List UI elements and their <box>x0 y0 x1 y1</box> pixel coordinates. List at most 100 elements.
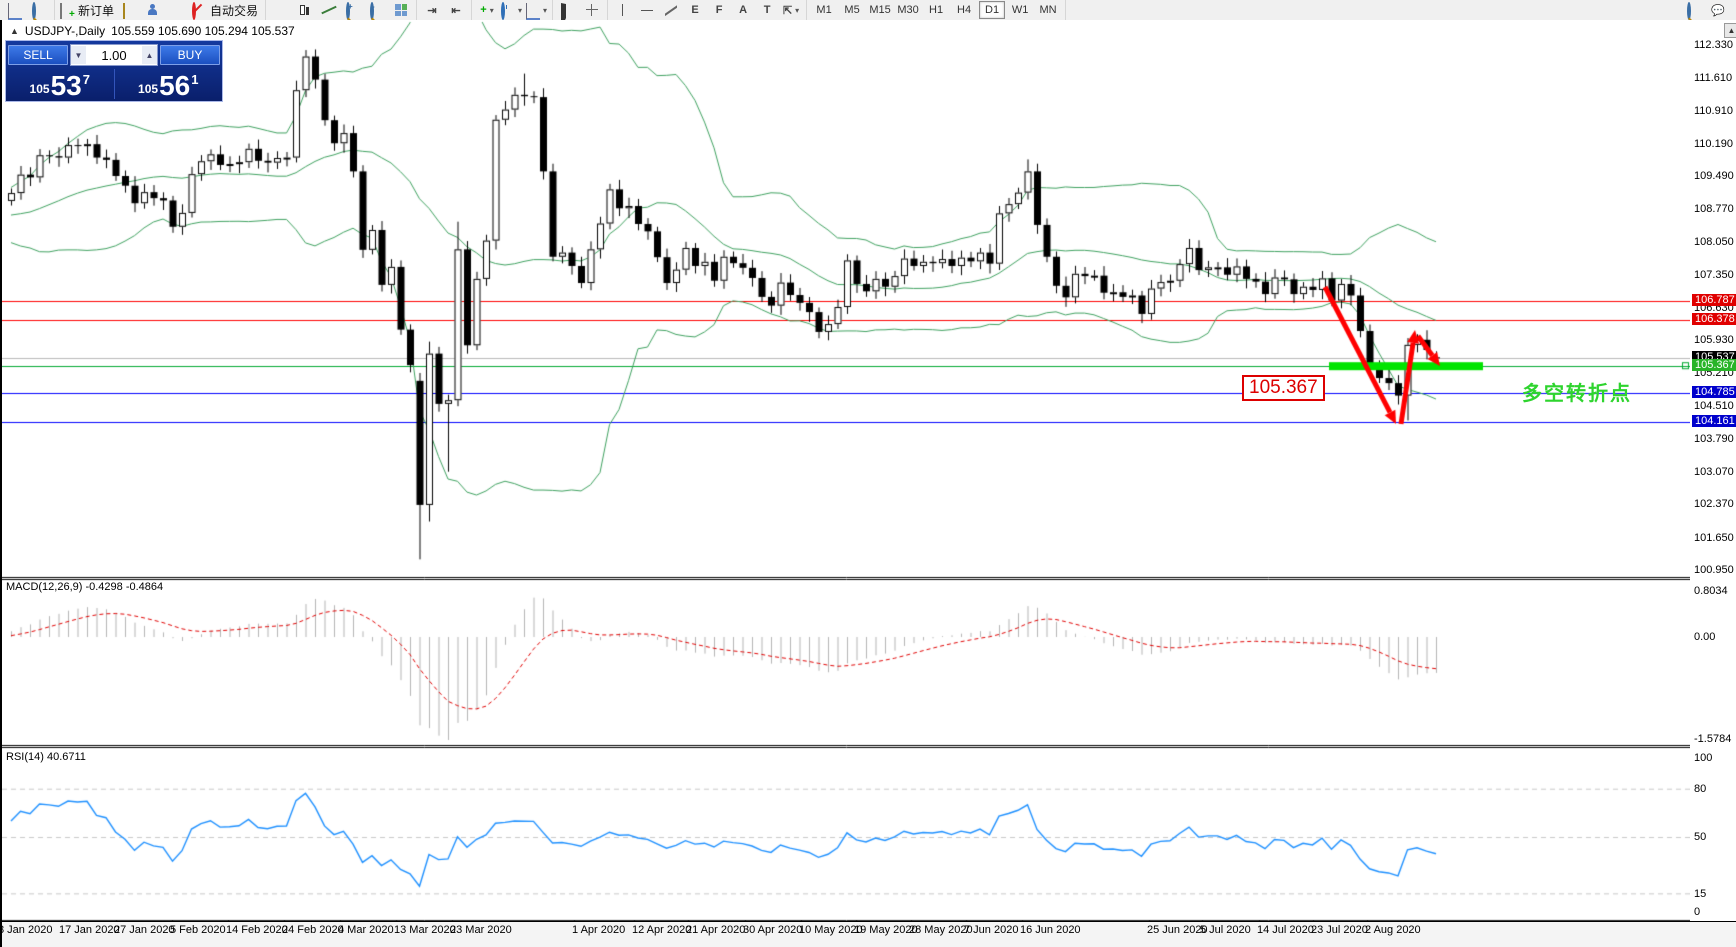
new-chart-icon <box>8 4 22 16</box>
channel-tool-button[interactable]: E <box>684 0 706 20</box>
auto-scroll-button[interactable]: ⇥ <box>421 0 443 20</box>
trendline-tool-button[interactable] <box>660 0 682 20</box>
volume-down-button[interactable]: ▼ <box>71 46 86 64</box>
indicator-axis-label: 80 <box>1694 783 1706 795</box>
sell-price-point: 7 <box>83 72 90 87</box>
line-chart-button[interactable] <box>318 0 340 20</box>
scroll-up-button[interactable]: ▲ <box>1724 23 1736 38</box>
search-button[interactable] <box>1683 0 1705 20</box>
timeframe-d1[interactable]: D1 <box>979 1 1005 19</box>
add-indicator-button[interactable]: +▾ <box>476 0 498 20</box>
level-price-callout[interactable]: 105.367 <box>1242 375 1325 401</box>
macd-indicator-label: MACD(12,26,9) -0.4298 -0.4864 <box>6 581 163 593</box>
timeframe-m5[interactable]: M5 <box>839 1 865 19</box>
cursor-tool-button[interactable] <box>557 0 579 20</box>
collapse-panel-toggle[interactable]: ▲ <box>10 26 19 36</box>
date-axis-label: 24 Feb 2020 <box>282 924 344 936</box>
price-axis-label: 103.790 <box>1694 433 1734 445</box>
chart-ohlc-values: 105.559 105.690 105.294 105.537 <box>111 24 295 38</box>
tile-windows-button[interactable] <box>390 0 412 20</box>
zoom-out-button[interactable]: - <box>366 0 388 20</box>
main-toolbar: + 新订单 自动交易 + - ⇥ ⇤ +▾ ▾ ▾ <box>0 0 1736 21</box>
timeframe-m1[interactable]: M1 <box>811 1 837 19</box>
date-axis-label: 23 Jul 2020 <box>1311 924 1368 936</box>
indicator-axis-label: 50 <box>1694 831 1706 843</box>
candle-chart-icon <box>298 4 312 16</box>
sell-price[interactable]: 105 53 7 <box>6 67 114 101</box>
timeframe-mn[interactable]: MN <box>1035 1 1061 19</box>
arrows-tool-button[interactable]: ⇱▾ <box>780 0 802 20</box>
autotrade-button[interactable]: 自动交易 <box>191 0 261 20</box>
crosshair-icon <box>586 4 598 16</box>
hline-icon <box>641 4 653 16</box>
cursor-icon <box>561 4 575 16</box>
price-line-label: 104.785 <box>1692 386 1736 398</box>
price-axis-label: 109.490 <box>1694 170 1734 182</box>
timeframe-h4[interactable]: H4 <box>951 1 977 19</box>
metaeditor-button[interactable] <box>119 0 141 20</box>
templates-icon <box>526 4 540 16</box>
candle-chart-button[interactable] <box>294 0 316 20</box>
autotrade-label: 自动交易 <box>208 2 260 19</box>
text-label-tool-button[interactable]: T <box>756 0 778 20</box>
community-button[interactable] <box>143 0 165 20</box>
signals-button[interactable] <box>167 0 189 20</box>
one-click-trading-panel: SELL ▼ 1.00 ▲ BUY 105 53 7 105 56 <box>5 40 223 102</box>
chart-profiles-button[interactable] <box>28 0 50 20</box>
price-axis-label: 105.930 <box>1694 334 1734 346</box>
zoom-in-button[interactable]: + <box>342 0 364 20</box>
metaeditor-icon <box>123 4 137 16</box>
bar-chart-button[interactable] <box>270 0 292 20</box>
price-axis-label: 107.350 <box>1694 269 1734 281</box>
arrows-icon: ⇱ <box>783 4 792 17</box>
chat-icon: 💬 <box>1711 4 1725 17</box>
hline-tool-button[interactable] <box>636 0 658 20</box>
date-axis-label: 12 Apr 2020 <box>632 924 691 936</box>
volume-up-button[interactable]: ▲ <box>142 46 157 64</box>
chat-button[interactable]: 💬 <box>1707 0 1729 20</box>
volume-value[interactable]: 1.00 <box>86 48 142 63</box>
zoom-in-icon: + <box>346 4 360 16</box>
new-order-button[interactable]: + 新订单 <box>59 0 117 20</box>
price-axis-label: 100.950 <box>1694 564 1734 576</box>
date-axis-label: 17 Jan 2020 <box>59 924 120 936</box>
timeframe-h1[interactable]: H1 <box>923 1 949 19</box>
new-chart-button[interactable] <box>4 0 26 20</box>
autotrade-icon <box>192 4 206 16</box>
buy-price[interactable]: 105 56 1 <box>115 67 223 101</box>
vline-tool-button[interactable] <box>612 0 634 20</box>
fibonacci-tool-button[interactable]: F <box>708 0 730 20</box>
date-axis-label: 1 Apr 2020 <box>572 924 625 936</box>
periods-button[interactable]: ▾ <box>500 0 523 20</box>
main-chart-canvas[interactable] <box>2 20 1690 947</box>
add-indicator-icon: + <box>480 4 486 16</box>
chart-shift-button[interactable]: ⇤ <box>445 0 467 20</box>
date-axis-label: 5 Feb 2020 <box>170 924 226 936</box>
chart-shift-icon: ⇤ <box>451 4 460 17</box>
signals-icon <box>171 4 185 16</box>
rsi-indicator-label: RSI(14) 40.6711 <box>6 751 86 763</box>
timeframe-m30[interactable]: M30 <box>895 1 921 19</box>
date-axis-label: 27 Jan 2020 <box>114 924 175 936</box>
turning-point-annotation[interactable]: 多空转折点 <box>1522 377 1632 406</box>
text-tool-button[interactable]: A <box>732 0 754 20</box>
date-axis-label: 13 Mar 2020 <box>394 924 456 936</box>
templates-button[interactable]: ▾ <box>525 0 548 20</box>
timeframe-w1[interactable]: W1 <box>1007 1 1033 19</box>
bar-chart-icon <box>274 4 288 16</box>
new-order-icon: + <box>60 4 74 16</box>
text-label-icon: T <box>764 4 771 16</box>
price-axis-label: 112.330 <box>1694 39 1733 51</box>
timeframe-toolbar: M1M5M15M30H1H4D1W1MN <box>807 0 1066 20</box>
date-axis-label: 2 Aug 2020 <box>1365 924 1421 936</box>
timeframe-m15[interactable]: M15 <box>867 1 893 19</box>
buy-price-point: 1 <box>191 72 198 87</box>
price-axis-label: 110.190 <box>1694 138 1733 150</box>
price-axis-label: 101.650 <box>1694 532 1734 544</box>
sell-button[interactable]: SELL <box>8 45 68 65</box>
channel-icon: E <box>691 4 698 16</box>
price-line-label: 106.787 <box>1692 294 1736 306</box>
price-axis-label: 103.070 <box>1694 466 1734 478</box>
crosshair-tool-button[interactable] <box>581 0 603 20</box>
buy-button[interactable]: BUY <box>160 45 220 65</box>
